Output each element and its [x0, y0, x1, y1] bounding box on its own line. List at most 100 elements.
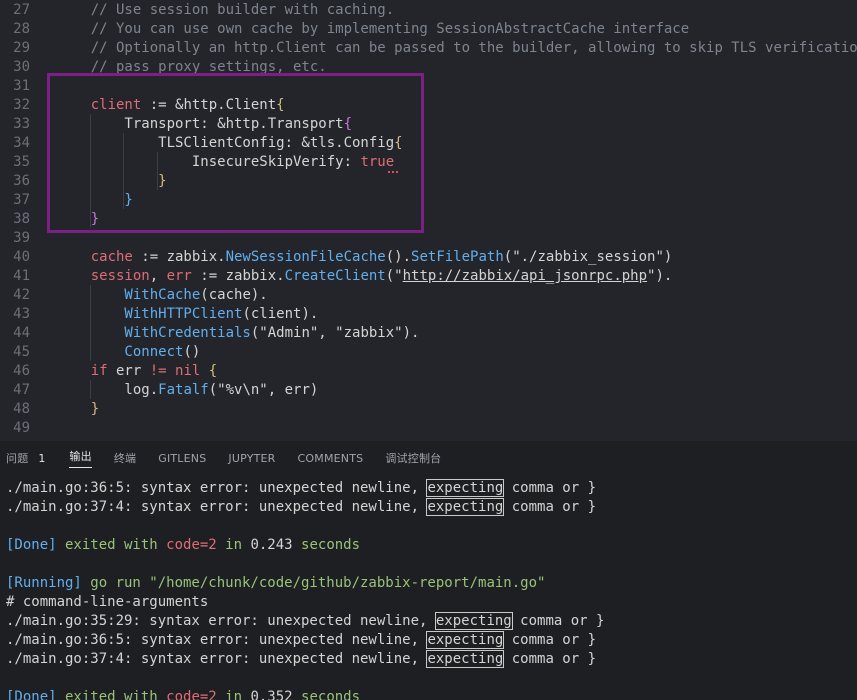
output-token: in — [216, 537, 251, 553]
code-token: cache — [57, 249, 133, 265]
code-line[interactable]: 29 // Optionally an http.Client can be p… — [0, 39, 857, 58]
code-token: // Use session builder with caching. — [57, 2, 395, 18]
output-token: seconds — [292, 689, 361, 700]
code-token: err — [166, 268, 192, 284]
code-editor[interactable]: 27 // Use session builder with caching. 2… — [0, 0, 857, 441]
panel-tab[interactable]: COMMENTS — [298, 452, 364, 465]
code-line[interactable]: 38 } — [0, 210, 857, 229]
code-line[interactable]: 40 cache := zabbix.NewSessionFileCache()… — [0, 248, 857, 267]
code-token: { — [394, 135, 403, 151]
code-text: } — [57, 172, 166, 191]
search-match-highlight: expecting — [434, 612, 513, 630]
output-token: ./main.go:36:5: syntax error: unexpected… — [6, 480, 428, 496]
output-token: go run "/home/chunk/code/github/zabbix-r… — [81, 575, 546, 591]
code-line[interactable]: 30 // pass proxy settings, etc. — [0, 58, 857, 77]
code-line[interactable]: 41 session, err := zabbix.CreateClient("… — [0, 267, 857, 286]
code-text: if err != nil { — [57, 362, 218, 381]
code-token: nil — [175, 363, 201, 379]
output-line: [Done] exited with code=2 in 0.352 secon… — [6, 688, 360, 700]
code-token: WithCache — [57, 287, 201, 303]
code-text: // Use session builder with caching. — [57, 1, 394, 20]
code-line[interactable]: 34 TLSClientConfig: &tls.Config{ — [0, 134, 857, 153]
code-text: WithCredentials("Admin", "zabbix"). — [57, 324, 419, 343]
code-line[interactable]: 47 log.Fatalf("%v\n", err) — [0, 381, 857, 400]
panel-tab[interactable]: 终端 — [114, 450, 136, 466]
code-token: (" — [385, 268, 403, 284]
output-token: ./main.go:37:4: syntax error: unexpected… — [6, 499, 428, 515]
output-token: code=2 — [166, 537, 217, 553]
code-line[interactable]: 46 if err != nil { — [0, 362, 857, 381]
code-line[interactable]: 31 — [0, 77, 857, 96]
code-token: InsecureSkipVerify: — [57, 154, 361, 170]
code-token: := &http.Client — [141, 97, 277, 113]
code-token: // Optionally an http.Client can be pass… — [57, 40, 857, 56]
output-token: comma or } — [503, 499, 597, 515]
code-line[interactable]: 35 InsecureSkipVerify: true — [0, 153, 857, 172]
search-match-highlight: expecting — [426, 498, 505, 516]
line-number: 48 — [13, 401, 30, 417]
code-token: { — [276, 97, 285, 113]
panel-tab[interactable]: GITLENS — [158, 452, 206, 465]
search-match-highlight: expecting — [426, 479, 505, 497]
line-number: 40 — [13, 249, 30, 265]
line-number: 44 — [13, 325, 30, 341]
line-number: 37 — [13, 192, 30, 208]
code-token: "./zabbix_session" — [512, 249, 664, 265]
panel-tab[interactable]: 问题 — [6, 450, 28, 466]
code-token: client — [57, 97, 142, 113]
line-number: 33 — [13, 116, 30, 132]
code-line[interactable]: 32 client := &http.Client{ — [0, 96, 857, 115]
output-token: code=2 — [166, 689, 217, 700]
output-panel[interactable]: ./main.go:36:5: syntax error: unexpected… — [0, 475, 857, 700]
line-number: 39 — [13, 230, 30, 246]
code-token: // pass proxy settings, etc. — [57, 59, 327, 75]
output-token: [Running] — [6, 575, 82, 591]
output-line: [Done] exited with code=2 in 0.243 secon… — [6, 536, 360, 555]
panel-tab[interactable]: 调试控制台 — [385, 450, 441, 466]
code-token: Connect — [57, 344, 184, 360]
code-text: Transport: &http.Transport{ — [57, 115, 352, 134]
line-number: 41 — [13, 268, 30, 284]
output-token: comma or } — [503, 651, 597, 667]
output-token: [Done] — [6, 537, 57, 553]
code-line[interactable]: 43 WithHTTPClient(client). — [0, 305, 857, 324]
panel-tab[interactable]: 输出 — [69, 448, 92, 468]
code-line[interactable]: 44 WithCredentials("Admin", "zabbix"). — [0, 324, 857, 343]
output-token: [Done] — [6, 689, 57, 700]
code-line[interactable]: 39 — [0, 229, 857, 248]
code-token: SetFilePath — [411, 249, 504, 265]
code-text: // pass proxy settings, etc. — [57, 58, 327, 77]
code-text: } — [57, 210, 99, 229]
output-token: 0.352 — [250, 689, 293, 700]
code-line[interactable]: 48 } — [0, 400, 857, 419]
code-line[interactable]: 33 Transport: &http.Transport{ — [0, 115, 857, 134]
line-number: 34 — [13, 135, 30, 151]
panel-tab[interactable]: JUPYTER — [228, 452, 275, 465]
code-token: if — [57, 363, 108, 379]
code-line[interactable]: 49 — [0, 419, 857, 438]
code-line[interactable]: 28 // You can use own cache by implement… — [0, 20, 857, 39]
line-number: 30 — [13, 59, 30, 75]
code-token: } — [57, 192, 133, 208]
code-token: ("Admin", "zabbix"). — [250, 325, 420, 341]
code-line[interactable]: 36 } — [0, 172, 857, 191]
output-token: ./main.go:37:4: syntax error: unexpected… — [6, 651, 428, 667]
code-text: // Optionally an http.Client can be pass… — [57, 39, 857, 58]
line-number: 28 — [13, 21, 30, 37]
output-token: in — [216, 689, 251, 700]
output-token: exited with — [56, 537, 167, 553]
line-number: 32 — [13, 97, 30, 113]
output-token: exited with — [56, 689, 167, 700]
code-line[interactable]: 37 } — [0, 191, 857, 210]
output-line: ./main.go:37:4: syntax error: unexpected… — [6, 650, 596, 669]
code-line[interactable]: 45 Connect() — [0, 343, 857, 362]
line-number: 38 — [13, 211, 30, 227]
code-token: } — [57, 211, 100, 227]
code-line[interactable]: 42 WithCache(cache). — [0, 286, 857, 305]
code-token: // You can use own cache by implementing… — [57, 21, 690, 37]
output-line: # command-line-arguments — [6, 593, 208, 612]
code-token: ("%v\n", err) — [208, 382, 319, 398]
output-token: comma or } — [503, 632, 597, 648]
code-line[interactable]: 27 // Use session builder with caching. — [0, 1, 857, 20]
